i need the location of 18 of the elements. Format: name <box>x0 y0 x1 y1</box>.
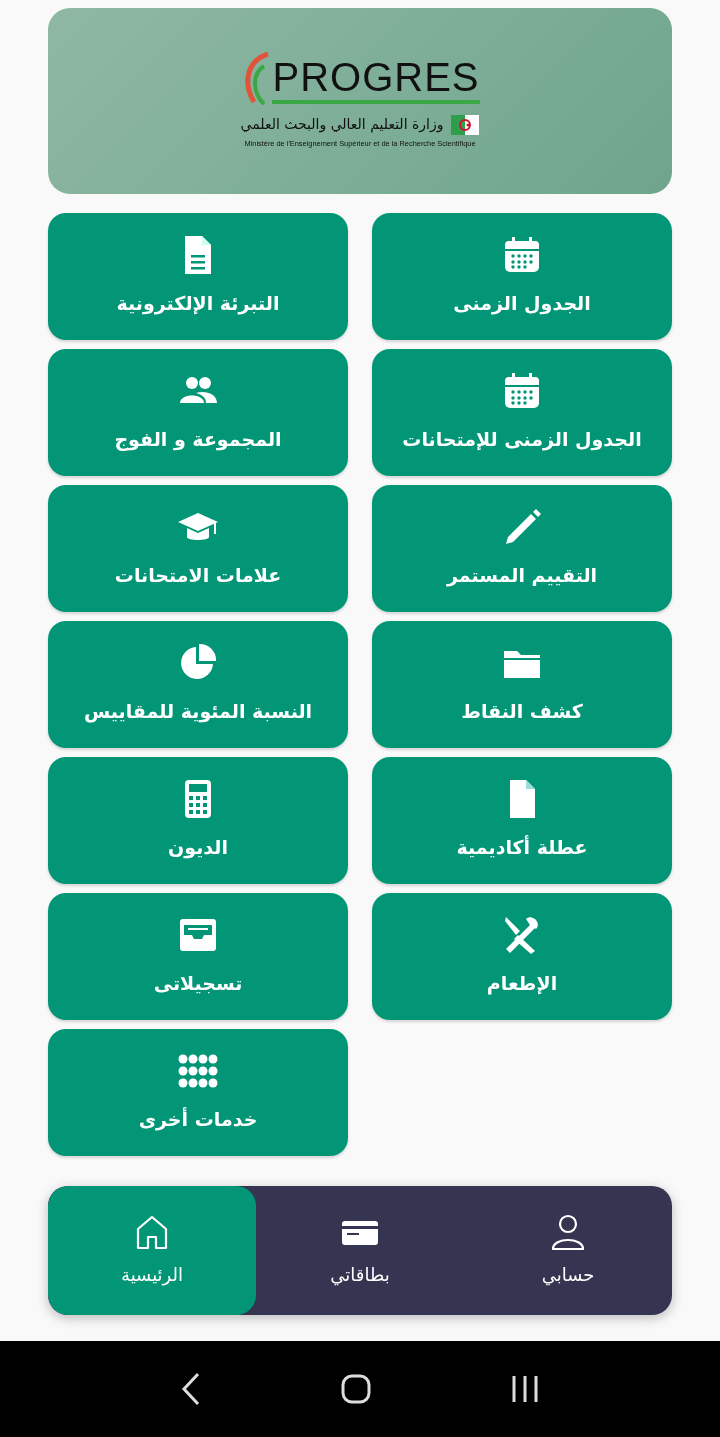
nav-tab[interactable]: بطاقاتي <box>256 1186 464 1315</box>
service-tile[interactable]: كشف النقاط <box>372 621 672 748</box>
logo-text: PROGRES <box>272 56 480 104</box>
service-tile[interactable]: عطلة أكاديمية <box>372 757 672 884</box>
ministry-name: وزارة التعليم العالي والبحث العلمي <box>240 115 444 135</box>
nav-tab[interactable]: حسابي <box>464 1186 672 1315</box>
service-tile[interactable]: الجدول الزمنى للإمتحانات <box>372 349 672 476</box>
service-tile[interactable]: التبرئة الإلكترونية <box>48 213 348 340</box>
service-tile[interactable]: المجموعة و الفوج <box>48 349 348 476</box>
service-tile[interactable]: الإطعام <box>372 893 672 1020</box>
service-tile[interactable]: التقييم المستمر <box>372 485 672 612</box>
service-tile[interactable]: تسجيلاتى <box>48 893 348 1020</box>
service-tile[interactable]: علامات الامتحانات <box>48 485 348 612</box>
nav-tab[interactable]: الرئيسية <box>48 1186 256 1315</box>
service-tile[interactable]: خدمات أخرى <box>48 1029 348 1156</box>
service-tile[interactable]: الجدول الزمنى <box>372 213 672 340</box>
service-tile[interactable]: النسبة المئوية للمقاييس <box>48 621 348 748</box>
service-tile[interactable]: الديون <box>48 757 348 884</box>
